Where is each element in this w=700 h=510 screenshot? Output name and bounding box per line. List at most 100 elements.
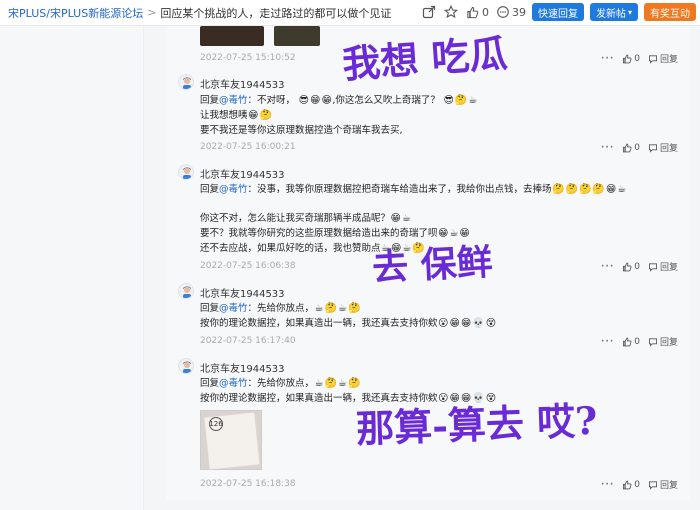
comment-image[interactable] [200,26,264,46]
like-button[interactable]: 0 [622,262,640,272]
comment-actions: ··· 0 回复 [601,141,678,155]
comment-text: 要不我还是等你这原理数据控造个奇瑞车我去买, [200,125,403,136]
comment-text: 你这不对，怎么能让我买奇瑞那辆半成品呢？ [200,213,391,224]
comment-line: 要不我还是等你这原理数据控造个奇瑞车我去买, [200,122,403,136]
reply-icon [648,480,657,490]
mention-link[interactable]: @毒竹 [219,95,248,106]
mention-link[interactable]: @毒竹 [219,184,248,195]
comment-timestamp: 2022-07-25 16:06:38 [200,261,296,271]
comment-timestamp: 2022-07-25 16:00:21 [200,142,296,152]
breadcrumb-separator: > [147,6,157,19]
emoji-icon: ☕ [617,184,627,195]
reply-button[interactable]: 回复 [648,141,678,154]
emoji-icon: ☕ [337,303,347,314]
handwriting-note: 去 保鲜 [371,240,494,290]
reply-button[interactable]: 回复 [648,260,678,273]
reply-prefix: 回复 [200,95,220,106]
reply-label: 回复 [659,144,678,154]
emoji-icon: ☕ [314,303,324,314]
comment-line: 回复@毒竹：先给你放点，☕🤔☕🤔 [200,375,361,389]
comment-actions: ··· 0 回复 [601,52,678,66]
share-icon[interactable] [421,4,437,20]
like-button[interactable]: 0 [622,143,640,153]
thread-title: 回应某个挑战的人，走过路过的都可以做个见证 [160,6,392,20]
comment-actions: ··· 0 回复 [601,335,678,349]
emoji-icon: 🤔 [347,378,361,389]
toolbar: 0 39 快速回复 发新帖 ▾ 有奖互动 [421,3,696,21]
avatar[interactable] [178,283,194,299]
emoji-icon: 😁 [460,318,472,329]
comment-text: 还不去应战，如果瓜好吃的话，我也赞助点 [200,243,381,254]
emoji-icon: 🤔 [324,303,337,314]
comment-username[interactable]: 北京车友1944533 [200,166,285,181]
reply-label: 回复 [659,338,678,348]
breadcrumb-forum-link[interactable]: 宋PLUS/宋PLUS新能源论坛 [8,5,143,21]
thread-comments[interactable]: 39 [495,4,526,20]
reply-icon [648,143,657,153]
emoji-icon: 🤔 [552,184,565,195]
comment-timestamp: 2022-07-25 15:10:52 [200,53,296,63]
comment-username[interactable]: 北京车友1944533 [200,360,285,375]
mention-link[interactable]: @毒竹 [219,303,248,314]
emoji-icon: 🤔 [259,110,272,121]
comment-line: 你这不对，怎么能让我买奇瑞那辆半成品呢？😁☕ [200,210,411,224]
emoji-icon: 😁 [248,110,259,121]
like-button[interactable]: 0 [622,337,640,347]
comment-timestamp: 2022-07-25 16:17:40 [200,336,296,346]
reply-icon [648,337,657,347]
emoji-icon: 🤔 [565,184,578,195]
emoji-icon: 😎 [443,95,454,106]
more-icon[interactable]: ··· [601,262,614,272]
like-button[interactable]: 0 [622,54,640,64]
more-icon[interactable]: ··· [601,143,614,153]
comment-text: ：先给你放点， [247,303,315,314]
comment-icon [495,4,511,20]
thread-like-count: 0 [481,5,489,19]
thread-comment-count: 39 [511,5,526,19]
comment-text: ,你这怎么又吹上奇瑞了？ [332,95,440,106]
reply-button[interactable]: 回复 [648,52,678,65]
comment-text: ：不对呀， [247,95,296,106]
avatar[interactable] [178,164,194,180]
reply-button[interactable]: 回复 [648,335,678,348]
emoji-icon: 😎 [298,95,310,106]
chevron-down-icon: ▾ [627,7,632,17]
thumbs-up-icon [465,4,481,20]
picture-number: 126 [209,417,223,431]
reply-icon [648,54,657,64]
new-post-button[interactable]: 发新帖 ▾ [589,3,638,21]
thumbs-up-icon [623,262,632,271]
like-button[interactable]: 0 [622,480,640,490]
emoji-icon: 😁 [390,213,401,224]
mention-link[interactable]: @毒竹 [219,378,248,389]
like-count: 0 [634,336,640,347]
reward-interaction-button[interactable]: 有奖互动 [644,3,696,21]
handwriting-note: 我想 吃瓜 [340,30,509,87]
thumbs-up-icon [623,480,632,489]
reply-label: 回复 [659,481,678,491]
comment-image[interactable] [274,26,320,46]
more-icon[interactable]: ··· [601,54,614,64]
star-icon[interactable] [443,4,459,20]
comment-line: 回复@毒竹：没事，我等你原理数据控把奇瑞车给造出来了，我给你出点钱，去捧场🤔🤔🤔… [200,181,627,195]
avatar[interactable] [178,358,194,374]
comment-image[interactable]: 126 [200,410,262,470]
like-count: 0 [634,261,640,272]
thumbs-up-icon [623,54,632,63]
emoji-icon: 🤔 [347,303,361,314]
more-icon[interactable]: ··· [601,337,614,347]
comment-username[interactable]: 北京车友1944533 [200,285,285,300]
avatar[interactable] [178,74,194,90]
emoji-icon: 😁 [310,95,321,106]
thumbs-up-icon [623,337,632,346]
comment-item: 北京车友1944533 回复@毒竹：不对呀， 😎😁😁,你这怎么又吹上奇瑞了？ 😎… [178,74,648,144]
thread-like[interactable]: 0 [465,4,489,20]
emoji-icon: 😁 [321,95,332,106]
comment-line: 让我想想咦😁🤔 [200,107,272,121]
emoji-icon: ☕ [401,213,411,224]
emoji-icon: 😵 [485,318,497,329]
quick-reply-button[interactable]: 快速回复 [531,3,584,21]
more-icon[interactable]: ··· [601,480,614,490]
reply-button[interactable]: 回复 [648,478,678,491]
comment-username[interactable]: 北京车友1944533 [200,76,285,91]
